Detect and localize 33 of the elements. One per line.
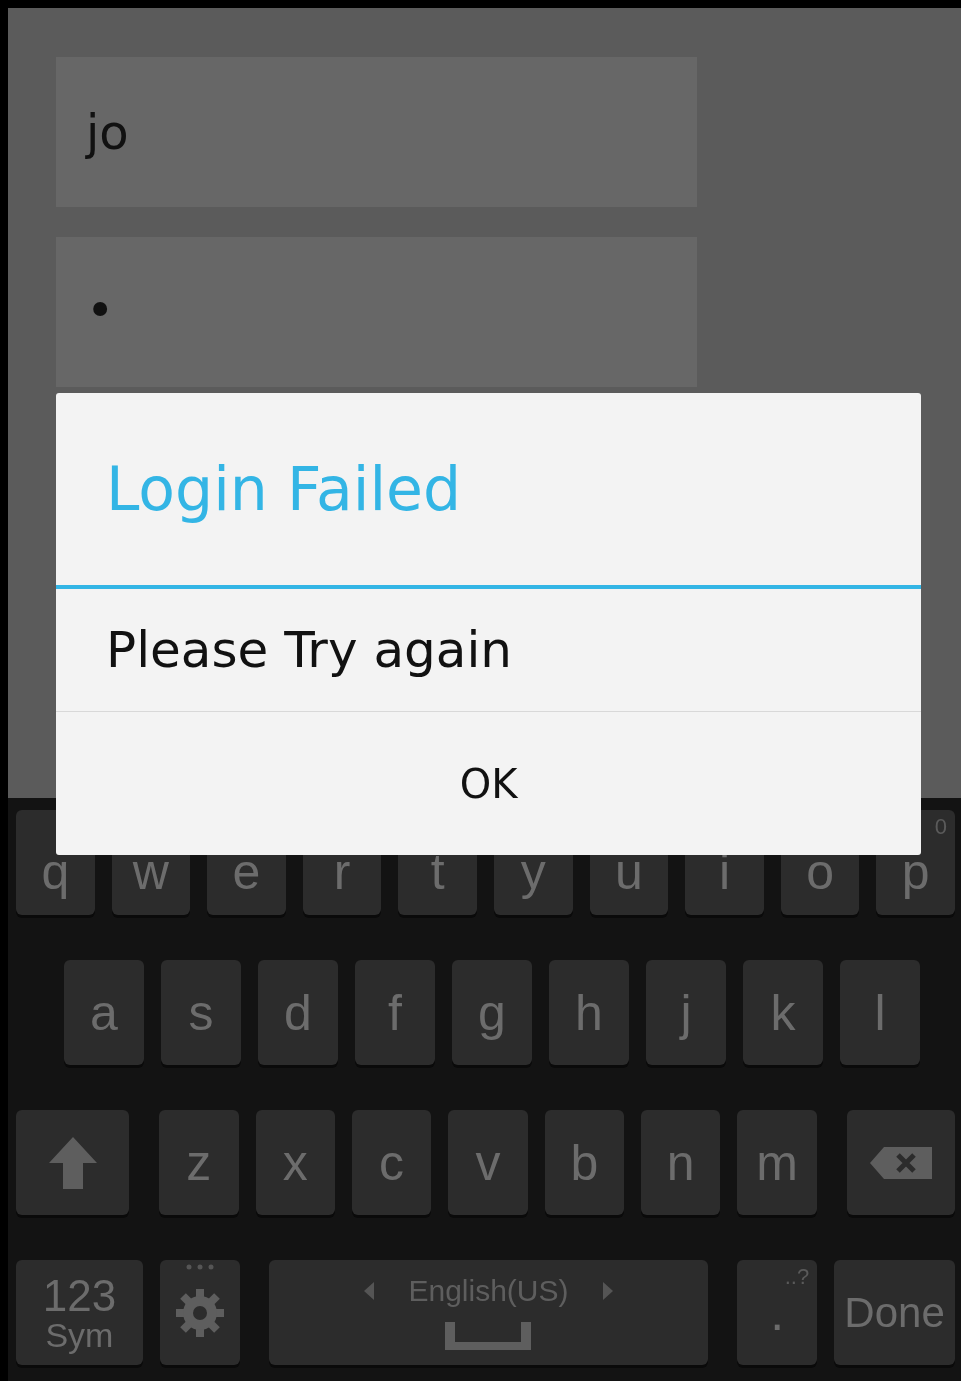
key[interactable]: z	[159, 1110, 239, 1215]
dialog-message: Please Try again	[56, 589, 921, 712]
key[interactable]: l	[840, 960, 920, 1065]
key[interactable]: n	[641, 1110, 721, 1215]
key[interactable]: h	[549, 960, 629, 1065]
key[interactable]: c	[351, 1110, 432, 1215]
dialog-title: Login Failed	[56, 393, 921, 589]
done-key[interactable]: Done	[834, 1260, 955, 1365]
period-key[interactable]: . ..?	[737, 1260, 818, 1365]
key[interactable]: g	[452, 960, 532, 1065]
symbols-key[interactable]: 123 Sym	[16, 1260, 143, 1365]
text-field[interactable]: jo	[56, 57, 697, 207]
key[interactable]: m	[737, 1110, 817, 1215]
key[interactable]: x	[255, 1110, 335, 1215]
key[interactable]: s	[161, 960, 241, 1065]
key[interactable]: j	[646, 960, 726, 1065]
key-sublabel: Sym	[45, 1317, 114, 1352]
backspace-icon	[867, 1144, 934, 1181]
key[interactable]: d	[258, 960, 338, 1065]
password-field[interactable]: •	[56, 237, 697, 387]
key[interactable]: k	[743, 960, 823, 1065]
right-arrow-icon	[602, 1281, 613, 1300]
shift-key[interactable]	[16, 1110, 130, 1215]
space-bar-icon	[443, 1319, 534, 1352]
key[interactable]: a	[64, 960, 144, 1065]
key[interactable]: f	[355, 960, 435, 1065]
key[interactable]: b	[544, 1110, 625, 1215]
settings-key[interactable]	[159, 1260, 240, 1365]
backspace-key[interactable]	[846, 1110, 956, 1215]
key[interactable]: v	[448, 1110, 528, 1215]
left-arrow-icon	[364, 1281, 375, 1300]
dots-icon	[184, 1264, 215, 1270]
key-hint: ..?	[784, 1264, 810, 1290]
